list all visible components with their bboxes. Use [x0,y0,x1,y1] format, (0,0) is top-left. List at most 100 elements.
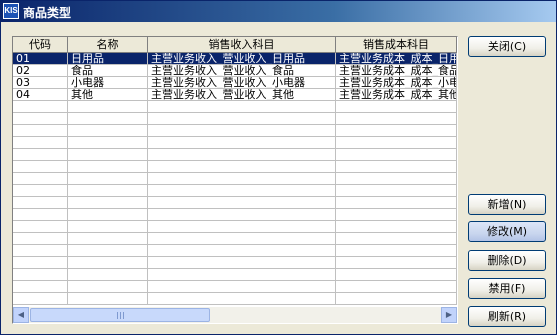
cell-sales-cost-account [336,125,457,137]
table-row[interactable] [13,281,457,293]
table-row[interactable]: 03小电器主营业务收入_营业收入_小电器主营业务成本_成本_小电器 [13,77,457,89]
cell-code [13,137,68,149]
table-row[interactable] [13,161,457,173]
cell-code [13,209,68,221]
cell-name [68,245,148,257]
cell-name [68,221,148,233]
table-row[interactable] [13,137,457,149]
cell-code [13,281,68,293]
title-bar: KIS 商品类型 [1,1,556,22]
edit-button[interactable]: 修改(M) [468,221,546,242]
cell-sales-cost-account [336,173,457,185]
cell-sales-income-account: 主营业务收入_营业收入_其他 [148,89,336,101]
cell-code: 03 [13,77,68,89]
table-row[interactable] [13,197,457,209]
cell-sales-cost-account [336,269,457,281]
grip-icon [117,312,125,319]
table-row[interactable] [13,257,457,269]
cell-sales-cost-account [336,233,457,245]
cell-sales-cost-account [336,101,457,113]
cell-sales-cost-account [336,137,457,149]
close-button[interactable]: 关闭(C) [468,36,546,57]
table-row[interactable]: 01日用品主营业务收入_营业收入_日用品主营业务成本_成本_日用品 [13,53,457,65]
table-row[interactable]: 02 食品 主营业务收入_营业收入_食品 主营业务成本_成本_食品 [13,65,457,77]
cell-code [13,173,68,185]
table-row[interactable] [13,209,457,221]
window-title: 商品类型 [23,6,72,20]
cell-sales-income-account [148,125,336,137]
cell-name: 小电器 [68,77,148,89]
cell-name [68,293,148,305]
cell-code [13,233,68,245]
cell-sales-cost-account [336,113,457,125]
product-type-grid[interactable]: 代码 名称 销售收入科目 销售成本科目 01 日用品 主营业务收入_营业收入_日用品… [12,36,458,324]
scroll-right-icon[interactable]: ▶ [441,307,457,323]
cell-name [68,149,148,161]
column-header-sales-cost-account[interactable]: 销售成本科目 [336,37,457,53]
cell-sales-cost-account [336,221,457,233]
table-row[interactable] [13,149,457,161]
refresh-button[interactable]: 刷新(R) [468,306,546,327]
column-header-sales-income-account[interactable]: 销售收入科目 [148,37,336,53]
cell-name [68,185,148,197]
table-row[interactable] [13,101,457,113]
column-header-name[interactable]: 名称 [68,37,148,53]
cell-name [68,125,148,137]
table-row[interactable] [13,233,457,245]
grid-rows: 01日用品主营业务收入_营业收入_日用品主营业务成本_成本_日用品02食品主营业… [13,53,457,305]
cell-code [13,221,68,233]
scroll-left-icon[interactable]: ◀ [13,307,29,323]
cell-sales-cost-account [336,245,457,257]
kis-app-icon: KIS [3,3,19,19]
product-type-dialog: KIS 商品类型 代码 名称 销售收入科目 销售成本科目 01 日用品 主营业务收入… [0,0,557,335]
table-row[interactable] [13,125,457,137]
cell-code [13,113,68,125]
cell-sales-cost-account: 主营业务成本_成本_日用品 [336,53,457,65]
cell-name [68,209,148,221]
cell-sales-income-account: 主营业务收入_营业收入_小电器 [148,77,336,89]
cell-name [68,137,148,149]
table-row[interactable] [13,173,457,185]
disable-button[interactable]: 禁用(F) [468,278,546,299]
table-row[interactable] [13,113,457,125]
table-row[interactable] [13,185,457,197]
cell-sales-income-account [148,221,336,233]
cell-sales-cost-account [336,293,457,305]
cell-sales-cost-account: 主营业务成本_成本_其他 [336,89,457,101]
table-row[interactable] [13,293,457,305]
cell-sales-income-account: 主营业务收入_营业收入_日用品 [148,53,336,65]
cell-sales-income-account [148,293,336,305]
delete-button[interactable]: 删除(D) [468,250,546,271]
cell-sales-cost-account [336,185,457,197]
cell-name [68,173,148,185]
cell-code: 01 [13,53,68,65]
column-header-code[interactable]: 代码 [13,37,68,53]
cell-sales-income-account [148,137,336,149]
table-row[interactable]: 04 其他 主营业务收入_营业收入_其他 主营业务成本_成本_其他 [13,89,457,101]
cell-code [13,185,68,197]
cell-sales-income-account [148,281,336,293]
cell-name [68,233,148,245]
new-button[interactable]: 新增(N) [468,194,546,215]
cell-code: 02 [13,65,68,77]
scrollbar-thumb[interactable] [30,308,210,322]
cell-sales-income-account [148,257,336,269]
table-row[interactable] [13,245,457,257]
cell-sales-income-account [148,245,336,257]
table-row[interactable] [13,221,457,233]
cell-name [68,197,148,209]
cell-sales-cost-account [336,257,457,269]
cell-code [13,293,68,305]
cell-name [68,113,148,125]
cell-name [68,269,148,281]
table-row[interactable] [13,269,457,281]
cell-name [68,281,148,293]
horizontal-scrollbar[interactable]: ◀ ▶ [13,307,457,323]
cell-code [13,257,68,269]
cell-name: 其他 [68,89,148,101]
cell-code [13,125,68,137]
cell-name [68,257,148,269]
cell-sales-income-account: 主营业务收入_营业收入_食品 [148,65,336,77]
cell-code [13,149,68,161]
cell-sales-income-account [148,173,336,185]
